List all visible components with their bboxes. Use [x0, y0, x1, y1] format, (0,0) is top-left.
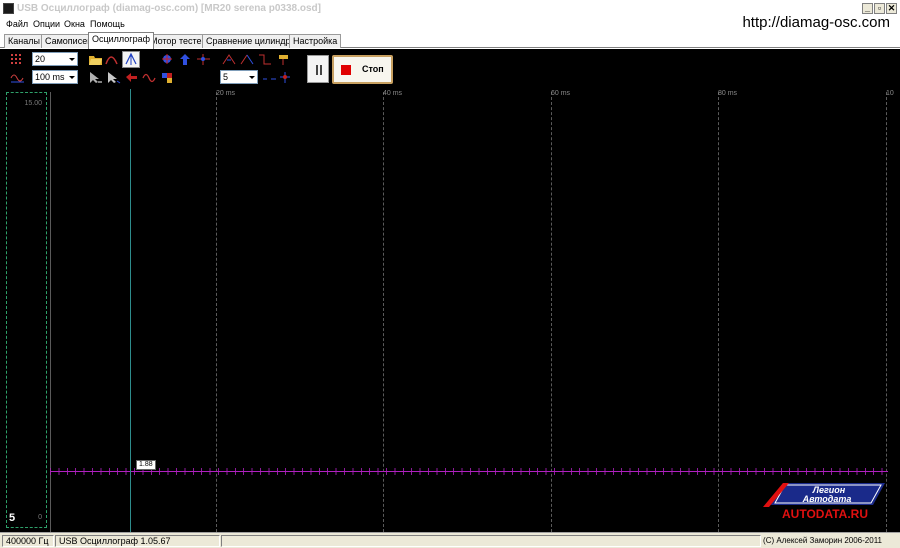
time-label: 20 ms — [216, 90, 236, 97]
chevron-down-icon[interactable] — [66, 71, 77, 83]
grid-line — [718, 92, 719, 532]
menu-help[interactable]: Помощь — [90, 19, 125, 29]
tab-channels[interactable]: Каналы — [4, 34, 44, 48]
scale-up-icon[interactable] — [178, 53, 193, 66]
open-folder-icon[interactable] — [88, 53, 103, 66]
fit-icon[interactable] — [196, 53, 211, 66]
pause-icon-bar — [320, 65, 322, 75]
stop-button[interactable]: Стоп — [332, 55, 393, 84]
svg-text:AUTODATA.RU: AUTODATA.RU — [782, 507, 868, 521]
measurement-cursor[interactable] — [130, 89, 131, 532]
scale-top-value: 15.00 — [24, 100, 42, 107]
time-label: 60 ms — [551, 90, 571, 97]
tab-bar: Каналы Самописец Осциллограф Мотор тесте… — [0, 32, 900, 49]
stop-icon — [341, 65, 351, 75]
level-value: 5 — [223, 72, 229, 82]
trigger-fall-icon[interactable] — [240, 53, 255, 66]
plot-left-axis — [50, 92, 51, 532]
toolbar: 20 100 ms 5 — [0, 49, 900, 89]
status-pane-empty — [221, 535, 761, 547]
stop-button-label: Стоп — [362, 64, 384, 74]
channel-scale[interactable]: 15.00 0 — [6, 92, 47, 528]
window-title: USB Осциллограф (diamag-osc.com) [MR20 s… — [17, 3, 321, 14]
svg-text:Автодата: Автодата — [802, 494, 852, 504]
oscilloscope-plot[interactable]: 15.00 0 5 20 ms 40 ms 60 ms 80 ms 10 1.8… — [0, 89, 900, 532]
chevron-down-icon[interactable] — [66, 53, 77, 65]
scale-bottom-value: 0 — [38, 514, 42, 521]
grid-line — [383, 92, 384, 532]
channel-number: 5 — [9, 512, 16, 524]
tab-oscilloscope[interactable]: Осциллограф — [88, 32, 154, 49]
crosshair-icon[interactable] — [278, 71, 293, 84]
tab-settings[interactable]: Настройка — [289, 34, 342, 48]
grid-icon[interactable] — [10, 53, 25, 66]
signal-trace — [50, 471, 888, 472]
zoom-in-icon[interactable] — [160, 53, 175, 66]
legion-autodata-logo: Легион Автодата AUTODATA.RU — [763, 483, 885, 521]
chevron-down-icon[interactable] — [246, 71, 257, 83]
palette-icon[interactable] — [160, 71, 175, 84]
close-button[interactable]: ✕ — [886, 3, 897, 14]
time-label: 40 ms — [383, 90, 403, 97]
restore-button[interactable]: ▫ — [874, 3, 885, 14]
grid-line — [551, 92, 552, 532]
sine-icon[interactable] — [142, 71, 157, 84]
website-url[interactable]: http://diamag-osc.com — [742, 14, 890, 31]
time-label: 80 ms — [718, 90, 738, 97]
status-bar: 400000 Гц USB Осциллограф 1.05.67 (C) Ал… — [0, 532, 900, 548]
menu-options[interactable]: Опции — [33, 19, 60, 29]
pause-icon — [316, 65, 318, 75]
timebase-combo[interactable]: 100 ms — [32, 70, 78, 84]
minimize-button[interactable]: _ — [862, 3, 873, 14]
grid-line — [216, 92, 217, 532]
tab-motor-tester[interactable]: Мотор тестер — [146, 34, 211, 48]
cursor-value-label: 1.88 — [136, 460, 156, 470]
app-icon — [3, 3, 14, 14]
waveform-icon[interactable] — [10, 71, 25, 84]
timebase-value: 100 ms — [35, 72, 65, 82]
arc-icon[interactable] — [104, 53, 119, 66]
copyright-text: (C) Алексей Заморин 2006-2011 — [763, 536, 882, 545]
step-icon[interactable] — [262, 71, 277, 84]
pause-button[interactable] — [307, 55, 329, 83]
trigger-marker-icon[interactable] — [276, 53, 291, 66]
cursor-mode-icon[interactable] — [122, 51, 140, 68]
version-pane: USB Осциллограф 1.05.67 — [55, 535, 220, 547]
pointer-icon[interactable] — [88, 71, 103, 84]
time-label: 10 — [886, 90, 894, 97]
sample-count-value: 20 — [35, 54, 46, 64]
shift-left-icon[interactable] — [124, 71, 139, 84]
level-combo[interactable]: 5 — [220, 70, 258, 84]
select-pointer-icon[interactable] — [106, 71, 121, 84]
grid-line — [886, 92, 887, 532]
menu-windows[interactable]: Окна — [64, 19, 85, 29]
menu-file[interactable]: Файл — [6, 19, 28, 29]
trigger-edge-icon[interactable] — [258, 53, 273, 66]
trigger-rise-icon[interactable] — [222, 53, 237, 66]
window-controls: _ ▫ ✕ — [862, 3, 897, 14]
sample-count-combo[interactable]: 20 — [32, 52, 78, 66]
frequency-pane: 400000 Гц — [2, 535, 54, 547]
